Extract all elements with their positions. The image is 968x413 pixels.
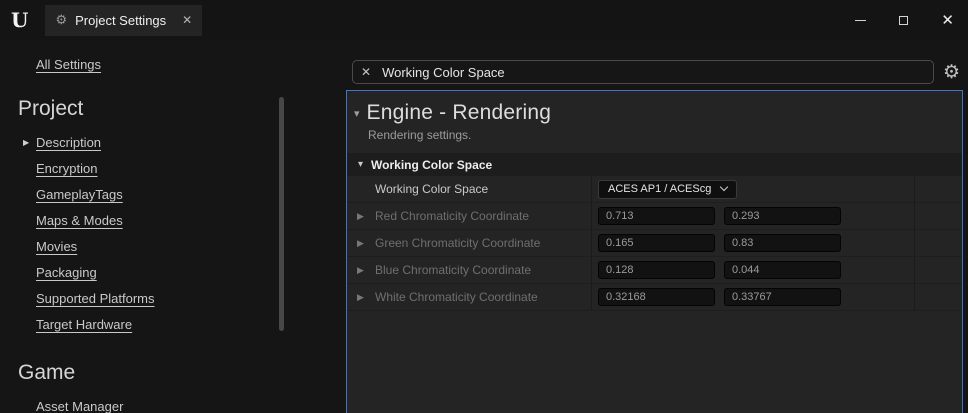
blue-x-input[interactable] (598, 261, 715, 279)
close-button[interactable]: ✕ (941, 13, 954, 28)
engine-rendering-panel: ▾ Engine - Rendering Rendering settings.… (346, 90, 963, 413)
reset-column (914, 230, 962, 256)
white-x-input[interactable] (598, 288, 715, 306)
sidebar-item-packaging[interactable]: Packaging (36, 260, 97, 286)
gear-icon[interactable]: ⚙ (943, 61, 960, 84)
dropdown-value: ACES AP1 / ACEScg (608, 183, 711, 195)
category-label: Working Color Space (371, 158, 492, 172)
expand-icon[interactable]: ▶ (357, 238, 367, 249)
property-label: Red Chromaticity Coordinate (375, 209, 529, 223)
category-working-color-space[interactable]: ▾ Working Color Space (347, 153, 962, 176)
expand-icon[interactable]: ▶ (357, 292, 367, 303)
titlebar: U ⚙ Project Settings ✕ ✕ (0, 0, 968, 40)
sidebar-item-all-settings[interactable]: All Settings (36, 57, 101, 72)
tab-label: Project Settings (75, 13, 166, 28)
sidebar-item-supported-platforms[interactable]: Supported Platforms (36, 286, 155, 312)
search-row: ✕ ⚙ (352, 60, 960, 84)
tab-close-icon[interactable]: ✕ (182, 13, 192, 27)
sidebar-item-maps-modes[interactable]: Maps & Modes (36, 208, 123, 234)
minimize-button[interactable] (855, 20, 866, 21)
search-clear-icon[interactable]: ✕ (361, 65, 371, 79)
property-value-cell (591, 284, 914, 310)
sidebar-item-target-hardware[interactable]: Target Hardware (36, 312, 132, 338)
row-blue-chromaticity: ▶ Blue Chromaticity Coordinate (347, 257, 962, 284)
property-value-cell: ACES AP1 / ACEScg (591, 176, 914, 202)
property-value-cell (591, 230, 914, 256)
sidebar-item-label: Description (36, 135, 101, 150)
property-label-cell: ▶ White Chromaticity Coordinate (347, 284, 591, 310)
panel-subtitle: Rendering settings. (368, 128, 962, 142)
panel-title: Engine - Rendering (367, 101, 552, 125)
tab-project-settings[interactable]: ⚙ Project Settings ✕ (45, 5, 202, 36)
working-color-space-dropdown[interactable]: ACES AP1 / ACEScg (598, 180, 737, 199)
settings-icon: ⚙ (55, 12, 67, 28)
sidebar-item-movies[interactable]: Movies (36, 234, 77, 260)
sidebar-item-asset-manager[interactable]: Asset Manager (36, 394, 123, 413)
expand-icon: ▶ (23, 130, 29, 156)
property-label: Green Chromaticity Coordinate (375, 236, 540, 250)
property-label: White Chromaticity Coordinate (375, 290, 538, 304)
collapse-icon[interactable]: ▾ (358, 159, 363, 170)
property-label: Working Color Space (375, 182, 488, 196)
expand-icon[interactable]: ▶ (357, 211, 367, 222)
green-x-input[interactable] (598, 234, 715, 252)
row-red-chromaticity: ▶ Red Chromaticity Coordinate (347, 203, 962, 230)
unreal-logo-icon: U (11, 8, 28, 32)
row-white-chromaticity: ▶ White Chromaticity Coordinate (347, 284, 962, 311)
row-green-chromaticity: ▶ Green Chromaticity Coordinate (347, 230, 962, 257)
property-label-cell: Working Color Space (347, 176, 591, 202)
property-label-cell: ▶ Red Chromaticity Coordinate (347, 203, 591, 229)
property-label: Blue Chromaticity Coordinate (375, 263, 531, 277)
sidebar-item-gameplaytags[interactable]: GameplayTags (36, 182, 123, 208)
window-controls: ✕ (855, 0, 954, 40)
property-label-cell: ▶ Green Chromaticity Coordinate (347, 230, 591, 256)
sidebar-item-description[interactable]: ▶ Description (36, 130, 101, 156)
property-label-cell: ▶ Blue Chromaticity Coordinate (347, 257, 591, 283)
sidebar-item-encryption[interactable]: Encryption (36, 156, 97, 182)
property-value-cell (591, 203, 914, 229)
white-y-input[interactable] (724, 288, 841, 306)
property-value-cell (591, 257, 914, 283)
red-y-input[interactable] (724, 207, 841, 225)
blue-y-input[interactable] (724, 261, 841, 279)
reset-column (914, 203, 962, 229)
sidebar-heading-project: Project (18, 97, 345, 121)
reset-column (914, 176, 962, 202)
chevron-down-icon (720, 183, 728, 191)
reset-column (914, 257, 962, 283)
maximize-button[interactable] (899, 16, 908, 25)
search-box[interactable]: ✕ (352, 60, 934, 84)
collapse-icon[interactable]: ▾ (354, 107, 360, 120)
row-working-color-space: Working Color Space ACES AP1 / ACEScg (347, 176, 962, 203)
green-y-input[interactable] (724, 234, 841, 252)
settings-main-panel: ✕ ⚙ ▾ Engine - Rendering Rendering setti… (345, 40, 968, 413)
panel-header: ▾ Engine - Rendering (347, 91, 962, 125)
settings-sidebar: All Settings Project ▶ Description Encry… (0, 40, 345, 413)
red-x-input[interactable] (598, 207, 715, 225)
expand-icon[interactable]: ▶ (357, 265, 367, 276)
sidebar-scrollbar[interactable] (279, 97, 284, 331)
search-input[interactable] (382, 65, 925, 80)
sidebar-heading-game: Game (18, 361, 345, 385)
reset-column (914, 284, 962, 310)
